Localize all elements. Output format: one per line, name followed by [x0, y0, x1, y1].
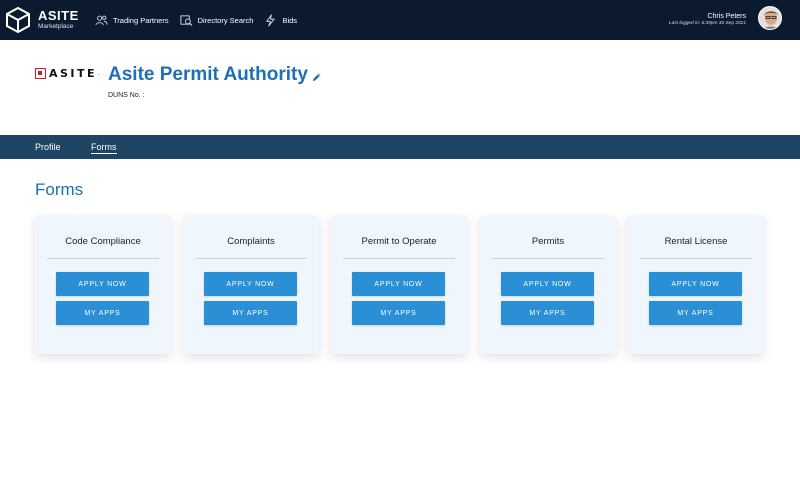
form-card-title: Permit to Operate [361, 236, 437, 247]
my-apps-button[interactable]: MY APPS [56, 301, 149, 325]
directory-search-icon [180, 14, 193, 26]
top-navigation-bar: ASITE Marketplace Trading Partners Direc… [0, 0, 800, 40]
my-apps-button[interactable]: MY APPS [204, 301, 297, 325]
my-apps-button[interactable]: MY APPS [501, 301, 594, 325]
asite-logo-dot: . [98, 70, 100, 77]
card-divider [195, 258, 307, 259]
nav-bids[interactable]: Bids [264, 13, 298, 27]
form-card-title: Complaints [227, 236, 275, 247]
brand-name: ASITE [38, 8, 79, 24]
avatar[interactable] [758, 6, 782, 30]
form-card-title: Permits [531, 236, 565, 247]
card-divider [47, 258, 159, 259]
asite-marketplace-logo[interactable]: ASITE Marketplace [6, 6, 86, 34]
brand-subtitle: Marketplace [38, 23, 74, 31]
my-apps-button[interactable]: MY APPS [649, 301, 742, 325]
asite-logo-mark-icon [35, 68, 46, 79]
form-card-title: Code Compliance [65, 236, 141, 247]
apply-now-button[interactable]: APPLY NOW [352, 272, 445, 296]
organization-header: ASITE . Asite Permit Authority DUNS No. … [0, 40, 800, 135]
users-icon [95, 15, 108, 25]
form-card-permits: Permits APPLY NOW MY APPS [480, 216, 616, 354]
form-card-permit-to-operate: Permit to Operate APPLY NOW MY APPS [331, 216, 467, 354]
my-apps-button[interactable]: MY APPS [352, 301, 445, 325]
nav-trading-partners[interactable]: Trading Partners [95, 14, 169, 27]
main-nav: Trading Partners Directory Search Bids [95, 0, 308, 40]
page-title: Asite Permit Authority [108, 64, 308, 85]
nav-directory-search[interactable]: Directory Search [180, 14, 254, 27]
pencil-edit-icon[interactable] [312, 72, 322, 82]
last-logged-in: Last logged in: 6:39pm 30 Sep 2021 [668, 21, 746, 27]
tab-forms[interactable]: Forms [91, 142, 117, 154]
card-divider [492, 258, 604, 259]
section-heading: Forms [35, 180, 84, 199]
card-divider [343, 258, 455, 259]
asite-logo-text: ASITE [49, 67, 98, 80]
duns-number: DUNS No. : [108, 92, 145, 99]
apply-now-button[interactable]: APPLY NOW [204, 272, 297, 296]
form-card-rental-license: Rental License APPLY NOW MY APPS [628, 216, 764, 354]
tab-profile[interactable]: Profile [35, 142, 61, 152]
cube-logo-icon [6, 7, 30, 33]
user-name: Chris Peters [707, 13, 746, 20]
apply-now-button[interactable]: APPLY NOW [56, 272, 149, 296]
nav-trading-partners-label: Trading Partners [113, 15, 169, 25]
apply-now-button[interactable]: APPLY NOW [501, 272, 594, 296]
nav-bids-label: Bids [282, 15, 298, 25]
form-card-code-compliance: Code Compliance APPLY NOW MY APPS [35, 216, 171, 354]
lightning-icon [266, 13, 276, 27]
form-card-complaints: Complaints APPLY NOW MY APPS [183, 216, 319, 354]
asite-logo: ASITE . [35, 67, 100, 80]
user-info: Chris Peters Last logged in: 6:39pm 30 S… [669, 12, 746, 27]
card-divider [640, 258, 752, 259]
nav-directory-search-label: Directory Search [197, 15, 254, 25]
apply-now-button[interactable]: APPLY NOW [649, 272, 742, 296]
form-card-title: Rental License [664, 236, 728, 247]
user-avatar-icon [759, 7, 781, 29]
profile-tabs: Profile Forms [0, 135, 800, 159]
